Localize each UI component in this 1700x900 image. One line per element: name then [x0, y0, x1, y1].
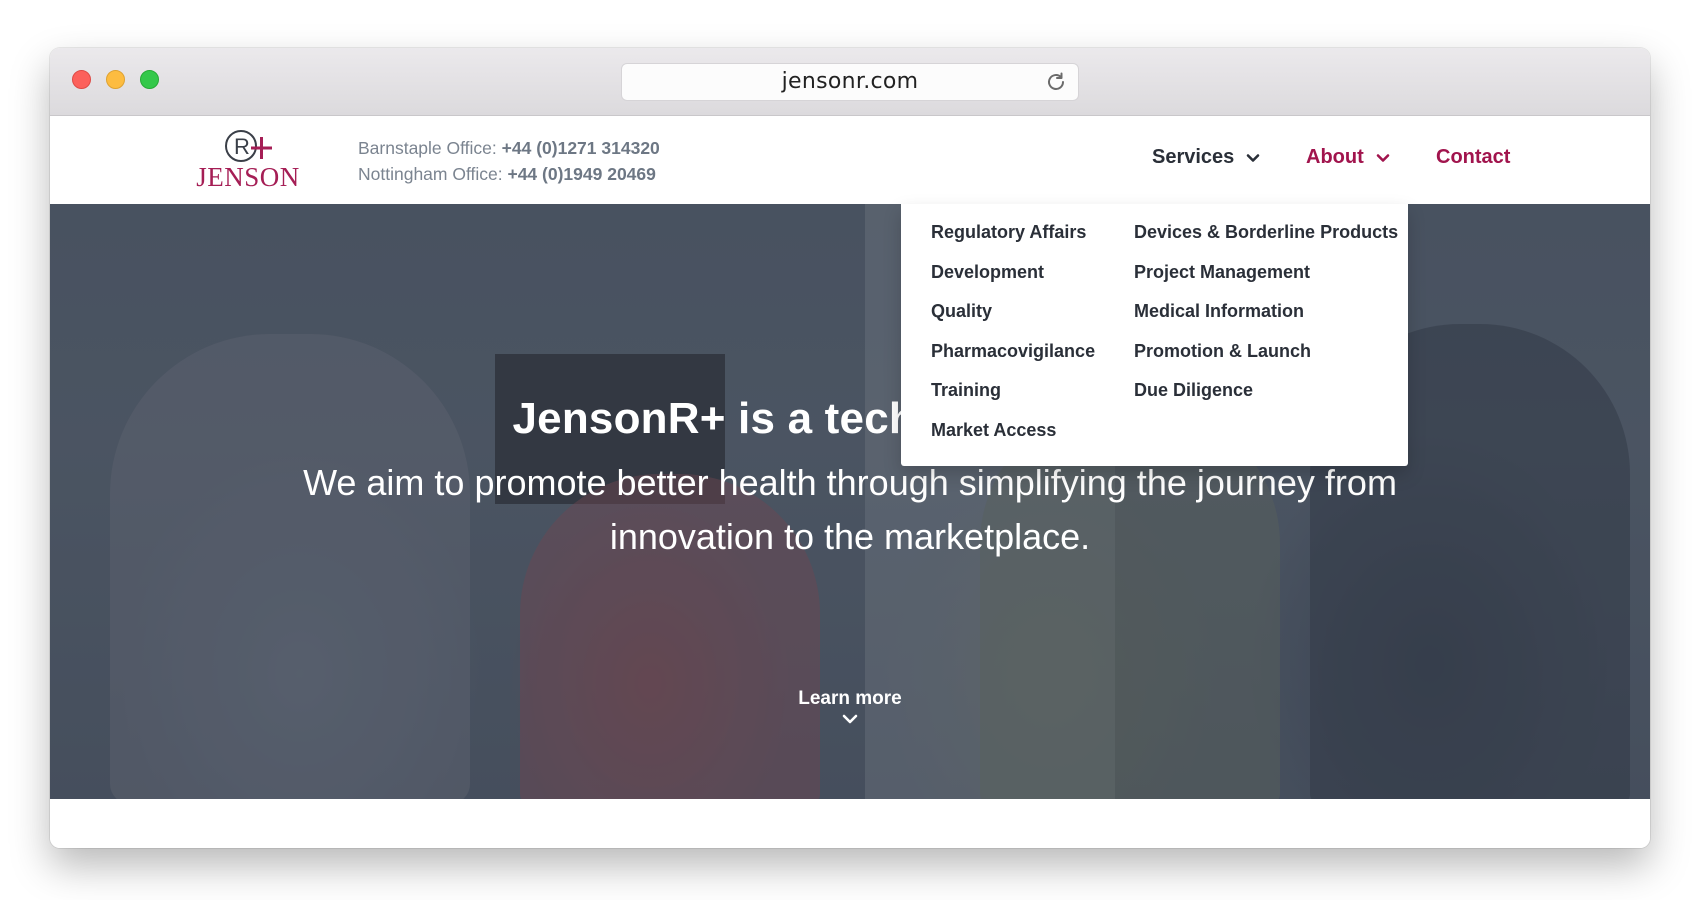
office-phone[interactable]: +44 (0)1271 314320 [502, 138, 660, 158]
services-dropdown-menu: Regulatory Affairs Development Quality P… [901, 204, 1408, 466]
browser-window: jensonr.com R JENSON Barnstaple Office: … [50, 48, 1650, 848]
dropdown-column-right: Devices & Borderline Products Project Ma… [1134, 222, 1398, 420]
maximize-window-button[interactable] [140, 70, 159, 89]
site-header: R JENSON Barnstaple Office: +44 (0)1271 … [50, 116, 1650, 204]
chevron-down-icon [1376, 153, 1390, 162]
page-bottom-strip [50, 799, 1650, 848]
hero-section: JensonR+ is a technical consult We aim t… [50, 204, 1650, 799]
nav-about[interactable]: About [1306, 146, 1390, 169]
office-label: Barnstaple Office: [358, 138, 497, 158]
url-text: jensonr.com [781, 69, 919, 94]
menu-item-due-diligence[interactable]: Due Diligence [1134, 380, 1398, 420]
hero-subtitle: We aim to promote better health through … [303, 462, 1397, 557]
nav-contact-label: Contact [1436, 146, 1511, 168]
logo-name: JENSON [196, 162, 300, 192]
menu-item-promotion-launch[interactable]: Promotion & Launch [1134, 341, 1398, 381]
menu-item-training[interactable]: Training [931, 380, 1095, 420]
nav-services-label: Services [1152, 146, 1235, 168]
nav-services[interactable]: Services [1152, 146, 1260, 169]
menu-item-market-access[interactable]: Market Access [931, 420, 1095, 460]
office-line-barnstaple: Barnstaple Office: +44 (0)1271 314320 [358, 135, 660, 161]
hero-title: JensonR+ is a technical consult [512, 394, 1188, 443]
chevron-down-icon [1246, 153, 1260, 162]
address-bar[interactable]: jensonr.com [621, 63, 1079, 101]
dropdown-column-left: Regulatory Affairs Development Quality P… [931, 222, 1095, 459]
office-phone[interactable]: +44 (0)1949 20469 [507, 164, 655, 184]
learn-more-label: Learn more [798, 688, 902, 709]
browser-titlebar: jensonr.com [50, 48, 1650, 116]
close-window-button[interactable] [72, 70, 91, 89]
logo-mark: R [225, 130, 272, 162]
nav-about-label: About [1306, 146, 1364, 168]
learn-more-button[interactable]: Learn more [750, 688, 950, 726]
menu-item-devices-borderline[interactable]: Devices & Borderline Products [1134, 222, 1398, 262]
menu-item-medical-information[interactable]: Medical Information [1134, 301, 1398, 341]
office-line-nottingham: Nottingham Office: +44 (0)1949 20469 [358, 161, 660, 187]
menu-item-development[interactable]: Development [931, 262, 1095, 302]
menu-item-regulatory-affairs[interactable]: Regulatory Affairs [931, 222, 1095, 262]
minimize-window-button[interactable] [106, 70, 125, 89]
office-contacts: Barnstaple Office: +44 (0)1271 314320 No… [358, 135, 660, 187]
reload-icon[interactable] [1044, 70, 1068, 94]
site-logo[interactable]: R JENSON [193, 126, 303, 196]
office-label: Nottingham Office: [358, 164, 503, 184]
chevron-down-icon [842, 714, 858, 724]
menu-item-project-management[interactable]: Project Management [1134, 262, 1398, 302]
nav-contact[interactable]: Contact [1436, 146, 1510, 169]
svg-text:R: R [234, 134, 250, 159]
menu-item-pharmacovigilance[interactable]: Pharmacovigilance [931, 341, 1095, 381]
menu-item-quality[interactable]: Quality [931, 301, 1095, 341]
